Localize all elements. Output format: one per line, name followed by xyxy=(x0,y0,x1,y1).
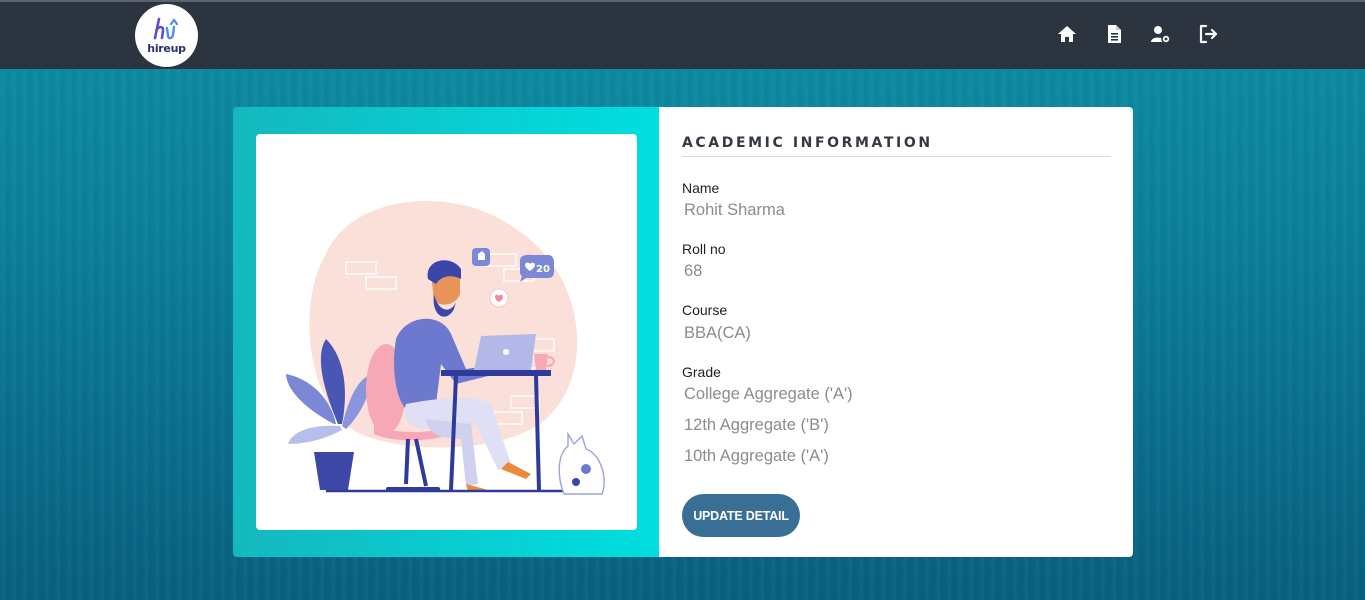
home-icon[interactable] xyxy=(1056,23,1078,45)
workspace-illustration: 20 xyxy=(256,134,637,530)
academic-info-panel: ACADEMIC INFORMATION Name Rohit Sharma R… xyxy=(659,107,1133,557)
hireup-logo-text: hireup xyxy=(147,42,186,55)
academic-info-card: 20 ACADEMIC INFORMATION Name Rohit Sharm… xyxy=(233,107,1133,557)
name-value: Rohit Sharma xyxy=(684,201,785,219)
person-at-laptop-illustration: 20 xyxy=(286,201,605,495)
illustration-panel: 20 xyxy=(233,107,659,557)
likes-count: 20 xyxy=(536,264,550,275)
grade-10th: 10th Aggregate ('A') xyxy=(684,447,829,465)
grade-12th: 12th Aggregate ('B') xyxy=(684,416,829,434)
hireup-logo-mark xyxy=(153,17,178,40)
user-settings-icon[interactable] xyxy=(1150,23,1172,45)
grade-label: Grade xyxy=(682,364,721,380)
update-detail-button[interactable]: UPDATE DETAIL xyxy=(682,494,800,537)
document-icon[interactable] xyxy=(1103,23,1125,45)
logout-icon[interactable] xyxy=(1197,23,1219,45)
roll-no-label: Roll no xyxy=(682,241,726,257)
section-heading: ACADEMIC INFORMATION xyxy=(682,135,1111,157)
top-navbar: hireup xyxy=(0,2,1365,69)
course-value: BBA(CA) xyxy=(684,324,751,342)
grade-college: College Aggregate ('A') xyxy=(684,385,853,403)
name-label: Name xyxy=(682,180,720,196)
course-label: Course xyxy=(682,302,728,318)
hireup-logo[interactable]: hireup xyxy=(135,4,198,67)
roll-no-value: 68 xyxy=(684,262,703,280)
